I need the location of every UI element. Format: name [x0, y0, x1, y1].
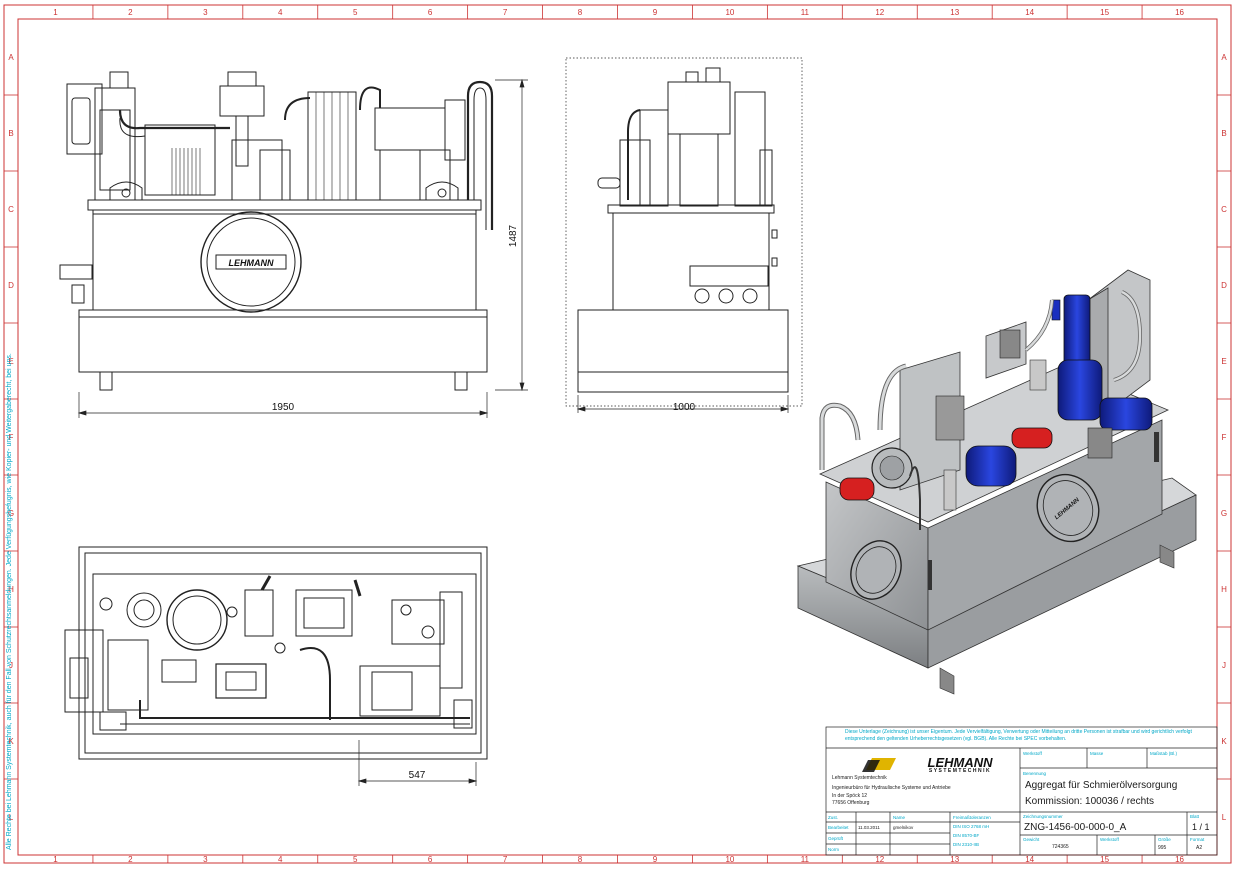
column-label-top: 12: [875, 8, 884, 17]
column-label-top: 3: [203, 8, 208, 17]
column-label-bottom: 4: [278, 855, 283, 864]
norm-label: Norm: [828, 847, 839, 852]
row-label-right: C: [1221, 205, 1227, 214]
column-label-bottom: 6: [428, 855, 433, 864]
tolerance-line-1: DIN ISO 2768 mH: [953, 824, 990, 829]
company-logo-mark: [862, 758, 896, 772]
title-block-grid: [825, 726, 1218, 856]
isometric-view: [796, 269, 1197, 695]
tolerance-line-3: DIN 2310-IIB: [953, 842, 980, 847]
column-label-top: 16: [1175, 8, 1184, 17]
front-badge-text: LEHMANN: [229, 258, 274, 268]
column-label-bottom: 1: [53, 855, 58, 864]
revision-header: Zust.: [828, 815, 839, 820]
column-label-bottom: 3: [203, 855, 208, 864]
drawing-number: ZNG-1456-00-000-0_A: [1024, 822, 1127, 833]
scale-label: Maßstab (Bl.): [1150, 751, 1178, 756]
column-label-bottom: 9: [653, 855, 658, 864]
column-label-top: 6: [428, 8, 433, 17]
dim-top-detail: 547: [409, 770, 426, 781]
column-label-bottom: 16: [1175, 855, 1184, 864]
size-value: 995: [1158, 845, 1167, 851]
column-label-top: 10: [725, 8, 734, 17]
row-label-left: A: [8, 53, 14, 62]
mass-label: Masse: [1090, 751, 1104, 756]
row-label-right: A: [1221, 53, 1227, 62]
row-label-right: E: [1221, 357, 1226, 366]
column-label-top: 13: [950, 8, 959, 17]
format-value: A2: [1196, 845, 1203, 851]
sheet-number: 1 / 1: [1192, 822, 1210, 832]
drawing-number-label: Zeichnungsnummer: [1023, 814, 1063, 819]
disclaimer-text: Diese Unterlage (Zeichnung) ist unser Ei…: [845, 729, 1192, 742]
name-header: Name: [893, 815, 906, 820]
row-label-right: F: [1222, 433, 1227, 442]
column-label-bottom: 14: [1025, 855, 1034, 864]
logo-tagline: SYSTEMTECHNIK: [929, 768, 991, 774]
row-label-right: H: [1221, 585, 1227, 594]
weight-label: Gewicht: [1023, 837, 1040, 842]
company-description: Ingenieurbüro für Hydraulische Systeme u…: [832, 785, 951, 791]
dim-height: 1487: [508, 224, 519, 247]
company-street: In der Spöck 12: [832, 793, 868, 799]
row-label-right: J: [1222, 661, 1226, 670]
top-view: [64, 546, 488, 760]
side-copyright-note: Alle Rechte bei Lehmann Systemtechnik, a…: [6, 210, 18, 850]
front-view: [59, 71, 494, 391]
column-label-top: 1: [53, 8, 58, 17]
column-label-bottom: 7: [503, 855, 508, 864]
tolerance-line-2: DIN 8570-BF: [953, 833, 980, 838]
format-label: Format: [1190, 837, 1205, 842]
date-label: Bearbeitet: [828, 825, 849, 830]
side-copyright-text: Alle Rechte bei Lehmann Systemtechnik, a…: [6, 353, 13, 850]
tolerance-label: Freimaßtoleranzen: [953, 815, 991, 820]
row-label-right: D: [1221, 281, 1227, 290]
row-label-left: B: [8, 129, 13, 138]
column-label-top: 14: [1025, 8, 1034, 17]
column-label-bottom: 15: [1100, 855, 1109, 864]
column-label-bottom: 8: [578, 855, 583, 864]
row-label-right: B: [1221, 129, 1226, 138]
column-label-bottom: 12: [875, 855, 884, 864]
column-label-top: 8: [578, 8, 583, 17]
column-label-bottom: 10: [725, 855, 734, 864]
drawn-by: gmelnikov: [893, 825, 914, 830]
column-label-bottom: 11: [801, 855, 810, 864]
sheet-label: Blatt: [1190, 814, 1200, 819]
column-label-bottom: 13: [950, 855, 959, 864]
row-label-right: K: [1221, 737, 1227, 746]
checked-label: Geprüft: [828, 836, 844, 841]
company-name: Lehmann Systemtechnik: [832, 775, 887, 781]
column-label-bottom: 5: [353, 855, 358, 864]
dim-front-width: 1950: [272, 402, 295, 413]
date-value: 11.03.2011: [858, 825, 880, 830]
drawing-subtitle: Kommission: 100036 / rechts: [1025, 796, 1154, 807]
column-label-top: 7: [503, 8, 508, 17]
column-label-top: 5: [353, 8, 358, 17]
column-label-top: 2: [128, 8, 133, 17]
material-label-2: Werkstoff: [1100, 837, 1119, 842]
drawing-title: Aggregat für Schmierölversorgung: [1025, 780, 1178, 791]
column-label-top: 15: [1100, 8, 1109, 17]
company-city: 77656 Offenburg: [832, 800, 870, 806]
front-dimension-lines: [77, 78, 528, 418]
column-label-top: 11: [801, 8, 810, 17]
size-label: Größe: [1158, 837, 1171, 842]
side-view: [565, 57, 803, 407]
column-label-top: 4: [278, 8, 283, 17]
dim-side-width: 1000: [673, 402, 696, 413]
column-label-bottom: 2: [128, 855, 133, 864]
row-label-right: L: [1222, 813, 1227, 822]
material-label: Werkstoff: [1023, 751, 1042, 756]
row-label-right: G: [1221, 509, 1227, 518]
weight-value: 724365: [1052, 844, 1069, 850]
column-label-top: 9: [653, 8, 658, 17]
designation-label: Benennung: [1023, 771, 1047, 776]
